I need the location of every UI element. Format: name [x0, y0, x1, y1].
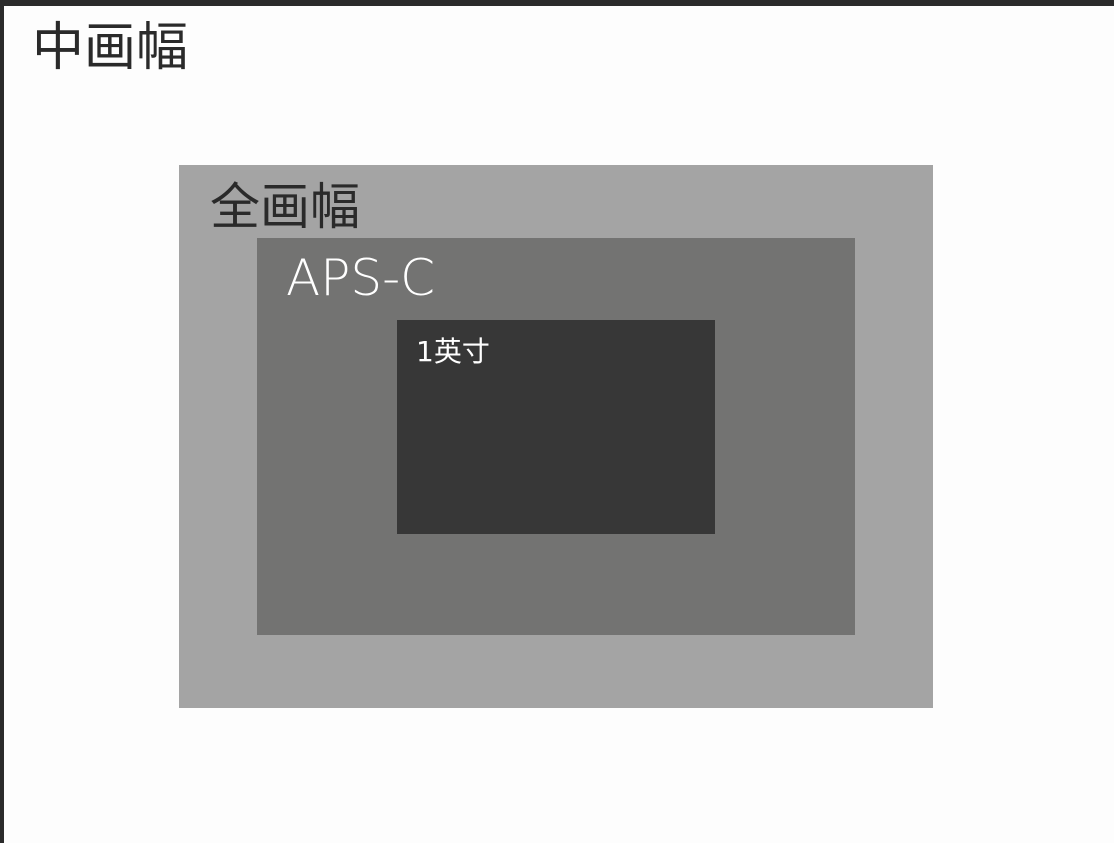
- medium-format-label: 中画幅: [32, 18, 189, 78]
- window-left-border: [0, 0, 4, 843]
- full-frame-label: 全画幅: [210, 178, 360, 236]
- window-top-border: [0, 0, 1114, 6]
- one-inch-label: 1英寸: [416, 335, 490, 368]
- aps-c-label: APS-C: [286, 249, 436, 307]
